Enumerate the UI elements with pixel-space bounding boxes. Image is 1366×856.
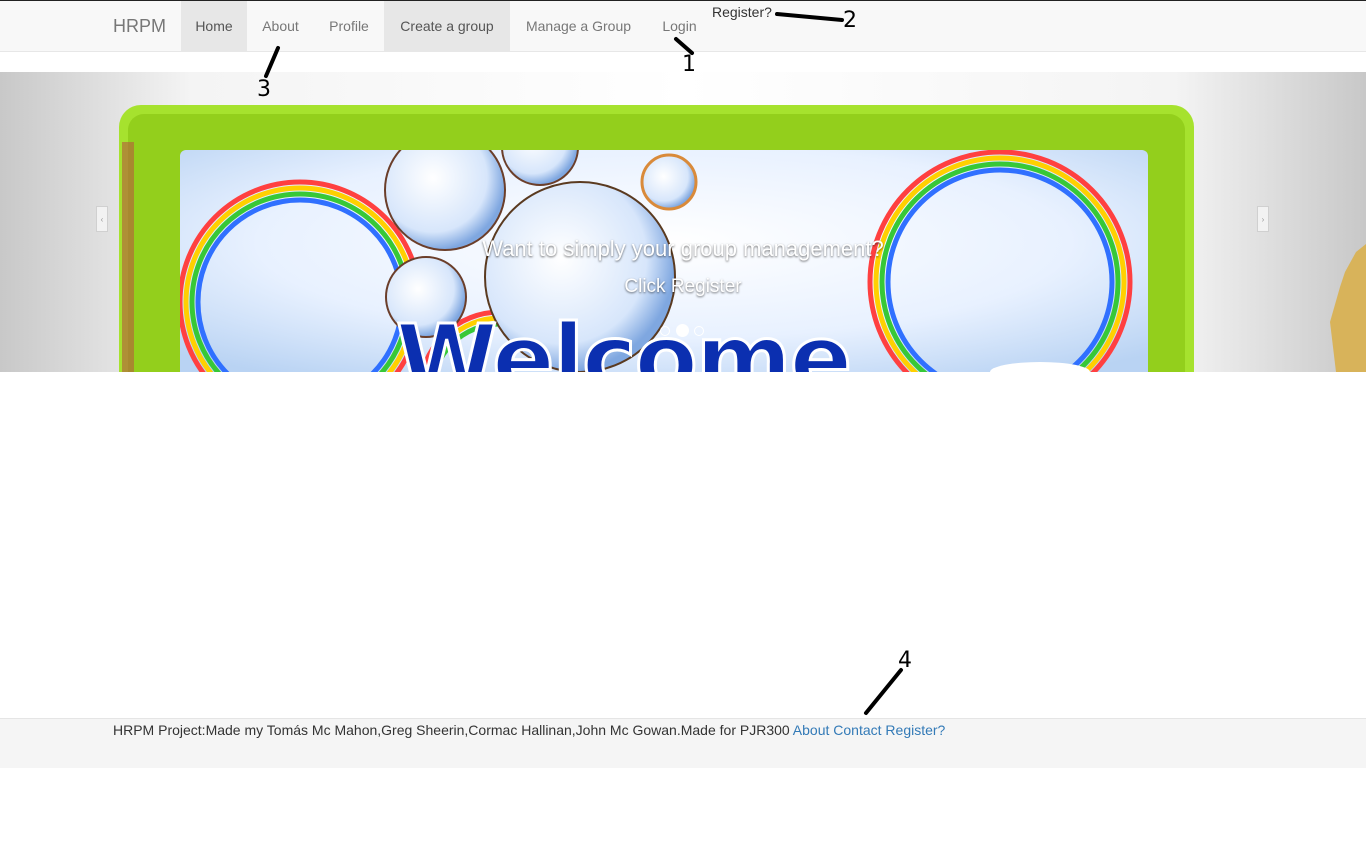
carousel-next-button[interactable]: ›	[1257, 206, 1269, 232]
nav-home[interactable]: Home	[181, 1, 247, 51]
nav-login[interactable]: Login	[647, 1, 712, 51]
annotation-stroke-4	[864, 668, 903, 715]
annotation-number-2: 2	[843, 8, 857, 33]
footer-link-about[interactable]: About	[793, 722, 830, 738]
carousel-caption-subtitle: Click Register	[624, 276, 742, 297]
nav-profile[interactable]: Profile	[314, 1, 384, 51]
footer-link-register[interactable]: Register?	[885, 722, 945, 738]
brand-logo[interactable]: HRPM	[113, 1, 166, 51]
carousel-indicator-2[interactable]	[676, 324, 689, 337]
footer-credits-text: HRPM Project:Made my Tomás Mc Mahon,Greg…	[113, 722, 793, 738]
carousel-caption-title: Want to simply your group management?	[482, 236, 884, 261]
carousel-indicator-3[interactable]	[694, 326, 704, 336]
nav-about[interactable]: About	[247, 1, 314, 51]
nav-create-group[interactable]: Create a group	[384, 1, 510, 51]
hero-carousel: Welcome Want to simply your group manage…	[0, 72, 1366, 372]
chevron-left-icon: ‹	[100, 215, 104, 224]
chevron-right-icon: ›	[1261, 215, 1265, 224]
welcome-wordmark: Welcome	[396, 305, 850, 372]
annotation-number-3: 3	[257, 77, 271, 102]
annotation-number-4: 4	[898, 648, 912, 673]
carousel-prev-button[interactable]: ‹	[96, 206, 108, 232]
annotation-number-1: 1	[682, 52, 696, 77]
footer-link-contact[interactable]: Contact	[833, 722, 881, 738]
footer-credits: HRPM Project:Made my Tomás Mc Mahon,Greg…	[113, 722, 945, 738]
nav-register-link[interactable]: Register?	[712, 4, 772, 20]
carousel-indicator-1[interactable]	[660, 326, 670, 336]
footer: HRPM Project:Made my Tomás Mc Mahon,Greg…	[0, 718, 1366, 768]
nav-manage-group[interactable]: Manage a Group	[510, 1, 647, 51]
navbar: HRPM Home About Profile Create a group M…	[0, 1, 1366, 52]
